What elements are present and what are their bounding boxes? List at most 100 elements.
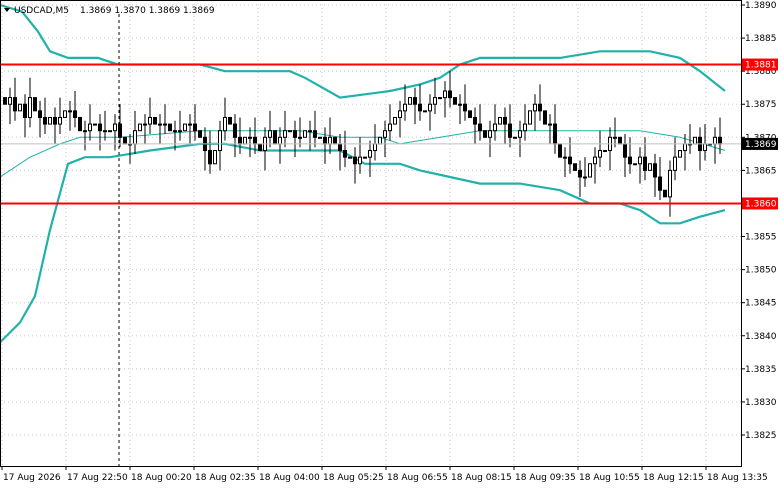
x-tick-label: 18 Aug 12:15 (643, 473, 704, 483)
candle (573, 163, 577, 171)
candle (213, 150, 217, 165)
price-chart[interactable]: 1.38901.38851.38801.38751.38701.38651.38… (0, 0, 781, 489)
candle (618, 136, 622, 145)
candle-body-up (563, 156, 567, 159)
candle-body-down (653, 163, 657, 178)
candle-body-down (483, 130, 487, 138)
symbol-label: USDCAD,M5 (14, 6, 69, 16)
candle-body-up (278, 136, 282, 145)
candle (348, 156, 352, 159)
candle-body-down (198, 130, 202, 138)
candle-body-down (553, 123, 557, 145)
y-tick-label: 1.3845 (745, 299, 777, 309)
candle (408, 97, 412, 105)
candle-body-up (108, 130, 112, 133)
candle-body-up (523, 123, 527, 132)
candle-body-up (363, 156, 367, 159)
candle-body-up (678, 150, 682, 158)
candle-body-up (613, 136, 617, 139)
candle-body-up (368, 150, 372, 158)
candle-body-up (308, 130, 312, 133)
candle (423, 110, 427, 113)
candle-body-down (538, 103, 542, 112)
candle (18, 103, 22, 112)
candle-body-down (478, 123, 482, 132)
candle-body-up (683, 143, 687, 152)
candle (528, 110, 532, 125)
candle-body-up (598, 150, 602, 158)
ohlc-readout: 1.3869 1.3870 1.3869 1.3869 (80, 6, 215, 16)
y-tick-label: 1.3825 (745, 431, 777, 441)
candle (318, 136, 322, 139)
x-tick-label: 18 Aug 02:35 (195, 473, 256, 483)
candle (648, 163, 652, 171)
candle-body-up (713, 136, 717, 145)
candle-body-up (673, 156, 677, 171)
candle-body-down (413, 97, 417, 105)
y-tick-label: 1.3875 (745, 100, 777, 110)
candle-body-down (353, 156, 357, 165)
candle-body-up (518, 130, 522, 138)
candle (663, 189, 667, 198)
candle (138, 123, 142, 132)
candle-body-down (628, 156, 632, 165)
candle (48, 116, 52, 125)
candle-body-down (208, 150, 212, 165)
candle-body-down (273, 130, 277, 145)
candle-body-down (153, 116, 157, 125)
candle-body-down (98, 123, 102, 132)
candle-body-up (408, 97, 412, 105)
candle-body-down (23, 103, 27, 118)
candle-body-down (238, 136, 242, 145)
candle-body-up (383, 130, 387, 138)
candle-body-down (233, 123, 237, 138)
candle (243, 136, 247, 145)
candle-body-down (53, 116, 57, 125)
candle (198, 130, 202, 138)
candle-body-up (93, 123, 97, 126)
candle (678, 150, 682, 158)
chart-background (0, 0, 781, 489)
candle-body-up (328, 136, 332, 145)
candle (63, 110, 67, 118)
candle (438, 97, 442, 100)
candle (153, 116, 157, 125)
candle-body-down (473, 116, 477, 125)
candle-body-down (663, 189, 667, 198)
candle-body-down (168, 123, 172, 132)
candle-body-up (8, 97, 12, 105)
candle-body-up (298, 136, 302, 139)
candle-body-down (253, 136, 257, 145)
candle-body-up (648, 163, 652, 171)
candle-body-down (573, 163, 577, 171)
candle-body-up (498, 116, 502, 125)
candle-body-down (193, 123, 197, 132)
candle (603, 150, 607, 153)
candle-body-up (283, 130, 287, 138)
candle (693, 136, 697, 145)
candle-body-up (433, 97, 437, 105)
candle-body-up (68, 110, 72, 113)
candle (183, 123, 187, 132)
candle-body-down (228, 116, 232, 125)
y-tick-label: 1.3890 (745, 1, 777, 11)
candle (558, 143, 562, 158)
candle-body-down (418, 103, 422, 112)
candle-body-down (508, 123, 512, 138)
candle-body-up (348, 156, 352, 159)
candle (33, 97, 37, 112)
candle-body-down (123, 136, 127, 145)
candle (303, 130, 307, 138)
candle-body-up (288, 130, 292, 133)
candle-body-up (318, 136, 322, 139)
candle (258, 143, 262, 152)
candle-body-up (393, 116, 397, 125)
x-tick-label: 18 Aug 05:25 (323, 473, 384, 483)
candle-body-up (133, 130, 137, 145)
candle-body-up (438, 97, 442, 100)
candle-body-up (548, 123, 552, 126)
candle-body-down (3, 97, 7, 105)
candle (393, 116, 397, 125)
x-tick-label: 18 Aug 13:35 (707, 473, 768, 483)
y-tick-label: 1.3840 (745, 332, 777, 342)
